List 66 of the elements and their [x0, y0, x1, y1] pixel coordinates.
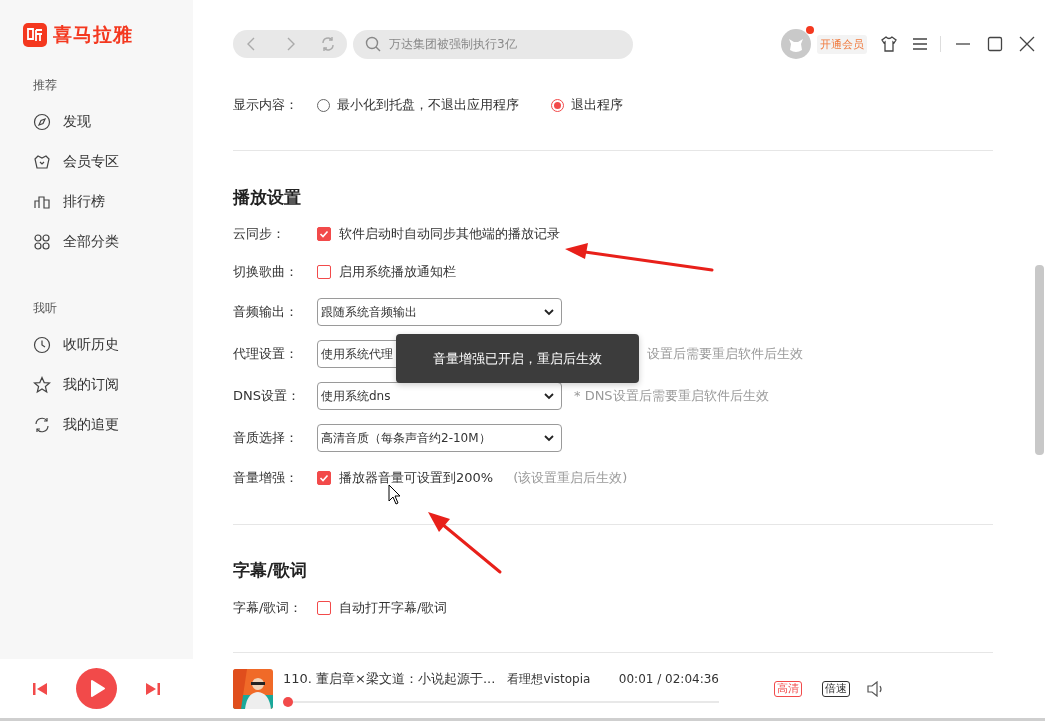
maximize-icon[interactable] — [987, 36, 1003, 52]
check-icon — [319, 473, 329, 483]
avatar-icon[interactable] — [781, 29, 811, 59]
time-display: 00:01 / 02:04:36 — [618, 671, 719, 686]
sidebar-item[interactable]: 我的追更 — [0, 405, 193, 445]
checkbox[interactable]: 播放器音量可设置到200% — [317, 469, 494, 487]
sidebar-item[interactable]: 排行榜 — [0, 182, 193, 222]
hint-text: 设置后需要重启软件后生效 — [647, 345, 803, 363]
scrollbar-thumb[interactable] — [1035, 265, 1044, 455]
field-label: 音量增强： — [233, 469, 299, 487]
field-label: 显示内容： — [233, 96, 299, 114]
section-heading: 我听 — [32, 300, 58, 317]
sidebar-item[interactable]: 收听历史 — [0, 325, 193, 365]
section-heading: 播放设置 — [233, 186, 302, 209]
sidebar-item[interactable]: 我的订阅 — [0, 365, 193, 405]
compass-icon — [33, 113, 51, 131]
hint-text: * DNS设置后需要重启软件后生效 — [574, 387, 769, 405]
close-icon[interactable] — [1019, 36, 1035, 52]
next-icon[interactable] — [145, 681, 161, 696]
menu-icon[interactable] — [912, 36, 928, 52]
field-label: 切换歌曲： — [233, 263, 299, 281]
clock-icon — [33, 336, 51, 354]
chevron-icon — [543, 432, 555, 444]
field-label: 音频输出： — [233, 303, 299, 321]
search-icon — [365, 36, 381, 52]
speed-tag[interactable]: 倍速 — [822, 680, 850, 697]
hint-text: (该设置重启后生效) — [513, 469, 628, 487]
dropdown[interactable]: 跟随系统音频输出 — [317, 298, 562, 326]
refresh-icon — [33, 416, 51, 434]
cursor-icon — [388, 484, 401, 505]
podium-icon — [33, 193, 51, 211]
track-title[interactable]: 110. 董启章×梁文道：小说起源于... — [283, 669, 496, 688]
field-label: 代理设置： — [233, 345, 299, 363]
previous-icon[interactable] — [32, 681, 48, 696]
field-label: 云同步： — [233, 225, 286, 243]
dropdown[interactable]: 高清音质（每条声音约2-10M） — [317, 424, 562, 452]
checkbox[interactable]: 启用系统播放通知栏 — [317, 263, 456, 281]
shirt-icon[interactable] — [880, 35, 898, 53]
chevron-icon — [543, 306, 555, 318]
volume-icon[interactable] — [866, 680, 884, 697]
author-name[interactable]: 看理想vistopia — [507, 670, 591, 688]
radio-option[interactable]: 退出程序 — [551, 96, 623, 114]
sidebar-item[interactable]: 会员专区 — [0, 142, 193, 182]
field-label: 字幕/歌词： — [233, 599, 304, 617]
grid-icon — [33, 233, 51, 251]
play-icon[interactable] — [76, 668, 117, 709]
checkbox[interactable]: 自动打开字幕/歌词 — [317, 599, 448, 617]
refresh-icon[interactable] — [320, 36, 336, 52]
quality-tag[interactable]: 高清 — [774, 680, 802, 697]
logo-icon — [23, 23, 47, 47]
radio-option[interactable]: 最小化到托盘，不退出应用程序 — [317, 96, 519, 114]
checkbox[interactable]: 软件启动时自动同步其他端的播放记录 — [317, 225, 560, 243]
sidebar-item[interactable]: 全部分类 — [0, 222, 193, 262]
field-label: DNS设置： — [233, 387, 301, 405]
star-icon — [33, 376, 51, 394]
crown-icon — [33, 153, 51, 171]
dropdown[interactable]: 使用系统dns — [317, 382, 562, 410]
section-heading: 字幕/歌词 — [233, 559, 309, 582]
section-heading: 推荐 — [32, 77, 58, 94]
check-icon — [319, 229, 329, 239]
chevron-icon — [543, 390, 555, 402]
progress-thumb[interactable] — [283, 696, 293, 707]
sidebar-item[interactable]: 发现 — [0, 102, 193, 142]
notice-toast: 音量增强已开启，重启后生效 — [396, 334, 639, 383]
field-label: 音质选择： — [233, 429, 299, 447]
logo-text: 喜马拉雅 — [53, 22, 133, 47]
